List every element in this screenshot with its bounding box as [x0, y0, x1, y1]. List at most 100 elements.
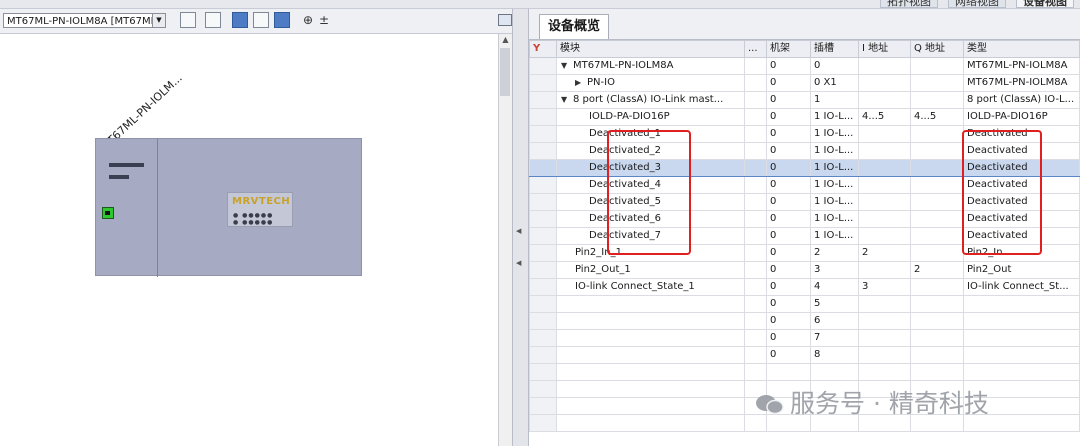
device-selector-value: MT67ML-PN-IOLM8A [MT67ML-: [7, 16, 160, 27]
cell-q-address: [910, 142, 964, 160]
row-header-cell[interactable]: [529, 295, 557, 313]
canvas-scrollbar[interactable]: ▲: [498, 34, 512, 446]
col-rack[interactable]: 机架: [766, 40, 811, 58]
table-row[interactable]: 08: [529, 346, 1080, 364]
tab-topology-view[interactable]: 拓扑视图: [880, 0, 938, 8]
cell-rack: 0: [766, 295, 811, 313]
table-row[interactable]: Deactivated_1 0 1 IO-L... Deactivated: [529, 125, 1080, 143]
row-header-cell[interactable]: [529, 244, 557, 262]
table-row[interactable]: ▼ MT67ML-PN-IOLM8A 0 0 MT67ML-PN-IOLM8A: [529, 57, 1080, 75]
row-header-cell[interactable]: [529, 74, 557, 92]
scroll-up-icon[interactable]: ▲: [499, 34, 512, 46]
table-row[interactable]: Deactivated_3 0 1 IO-L... Deactivated: [529, 159, 1080, 177]
row-header-cell[interactable]: [529, 261, 557, 279]
row-header-cell[interactable]: [529, 397, 557, 415]
cell-module: [556, 397, 745, 415]
row-header-cell[interactable]: [529, 142, 557, 160]
cell-more: [744, 142, 767, 160]
row-header-cell[interactable]: [529, 312, 557, 330]
io-link-module[interactable]: MRVTECH ● ●●●●● ● ●●●●●: [227, 192, 293, 227]
row-header-cell[interactable]: [529, 125, 557, 143]
cell-type: [963, 363, 1080, 381]
cell-rack: 0: [766, 108, 811, 126]
cell-type: Deactivated: [963, 227, 1080, 245]
chevron-right-icon[interactable]: ▶: [575, 76, 587, 91]
cell-more: [744, 261, 767, 279]
row-header-cell[interactable]: [529, 346, 557, 364]
cell-module: [556, 329, 745, 347]
row-header-cell[interactable]: [529, 193, 557, 211]
device-selector[interactable]: MT67ML-PN-IOLM8A [MT67ML- ▼: [3, 13, 166, 28]
row-header-cell[interactable]: [529, 176, 557, 194]
draw-tool-icon[interactable]: [232, 12, 248, 28]
tab-device-overview[interactable]: 设备概览: [539, 14, 610, 39]
table-row[interactable]: [529, 363, 1080, 381]
chevron-down-icon[interactable]: ▼: [561, 59, 573, 74]
cell-q-address: [910, 312, 964, 330]
table-row[interactable]: 07: [529, 329, 1080, 347]
col-type[interactable]: 类型: [963, 40, 1080, 58]
scroll-down-icon[interactable]: [499, 434, 512, 446]
page-view-icon[interactable]: [274, 12, 290, 28]
cell-q-address: [910, 210, 964, 228]
row-header-cell[interactable]: [529, 108, 557, 126]
table-row[interactable]: Deactivated_5 0 1 IO-L... Deactivated: [529, 193, 1080, 211]
row-header-cell[interactable]: [529, 210, 557, 228]
module-brand-label: MRVTECH: [232, 196, 291, 207]
table-row[interactable]: Deactivated_7 0 1 IO-L... Deactivated: [529, 227, 1080, 245]
col-i-address[interactable]: I 地址: [858, 40, 911, 58]
port-status-icon[interactable]: [102, 207, 114, 219]
cell-rack: 0: [766, 176, 811, 194]
row-header-cell[interactable]: [529, 414, 557, 432]
col-q-address[interactable]: Q 地址: [910, 40, 964, 58]
row-header-cell[interactable]: [529, 159, 557, 177]
pane-splitter[interactable]: ◀ ◀: [512, 9, 529, 446]
row-header-cell[interactable]: [529, 227, 557, 245]
table-row[interactable]: Deactivated_6 0 1 IO-L... Deactivated: [529, 210, 1080, 228]
cell-slot: 1 IO-L...: [810, 108, 859, 126]
table-row[interactable]: Pin2_In_1 0 2 2 Pin2_In: [529, 244, 1080, 262]
rack-name-icon[interactable]: [205, 12, 221, 28]
table-row[interactable]: ▼ 8 port (ClassA) IO-Link mast... 0 1 8 port…: [529, 91, 1080, 109]
cell-module: ▼ 8 port (ClassA) IO-Link mast...: [556, 91, 745, 109]
table-row[interactable]: Deactivated_4 0 1 IO-L... Deactivated: [529, 176, 1080, 194]
table-row[interactable]: IOLD-PA-DIO16P 0 1 IO-L... 4...5 4...5 IOLD-P…: [529, 108, 1080, 126]
cell-slot: 7: [810, 329, 859, 347]
chevron-down-icon[interactable]: ▼: [152, 14, 165, 27]
grid-view-icon[interactable]: [253, 12, 269, 28]
network-data-icon[interactable]: [180, 12, 196, 28]
chevron-down-icon[interactable]: ▼: [561, 93, 573, 108]
table-row[interactable]: 05: [529, 295, 1080, 313]
col-more[interactable]: ...: [744, 40, 767, 58]
cell-rack: 0: [766, 329, 811, 347]
row-header-cell[interactable]: [529, 91, 557, 109]
table-row[interactable]: ▶ PN-IO 0 0 X1 MT67ML-PN-IOLM8A: [529, 74, 1080, 92]
device-body[interactable]: MRVTECH ● ●●●●● ● ●●●●●: [95, 138, 362, 277]
tab-network-view[interactable]: 网络视图: [948, 0, 1006, 8]
cell-module: Deactivated_6: [556, 210, 745, 228]
zoom-menu-icon[interactable]: ±: [316, 12, 332, 28]
cell-i-address: [858, 346, 911, 364]
col-slot[interactable]: 插槽: [810, 40, 859, 58]
cell-module: [556, 380, 745, 398]
col-module[interactable]: 模块: [556, 40, 745, 58]
row-header-cell[interactable]: [529, 278, 557, 296]
cell-more: [744, 295, 767, 313]
table-row[interactable]: IO-link Connect_State_1 0 4 3 IO-link Connec…: [529, 278, 1080, 296]
module-name: PN-IO: [587, 77, 615, 88]
module-name: Deactivated_2: [589, 145, 662, 156]
table-row[interactable]: Deactivated_2 0 1 IO-L... Deactivated: [529, 142, 1080, 160]
device-canvas: MT67ML-PN-IOLM... MRVTECH ● ●●●●● ● ●●●●●…: [0, 34, 512, 446]
zoom-in-icon[interactable]: ⊕: [300, 12, 316, 28]
cell-type: MT67ML-PN-IOLM8A: [963, 74, 1080, 92]
scroll-thumb[interactable]: [500, 48, 510, 96]
row-header-cell[interactable]: [529, 57, 557, 75]
overview-toggle-icon[interactable]: [498, 14, 512, 26]
row-header-cell[interactable]: [529, 329, 557, 347]
table-row[interactable]: 06: [529, 312, 1080, 330]
row-header-cell[interactable]: [529, 363, 557, 381]
cell-rack: 0: [766, 346, 811, 364]
row-header-cell[interactable]: [529, 380, 557, 398]
table-row[interactable]: Pin2_Out_1 0 3 2 Pin2_Out: [529, 261, 1080, 279]
tab-device-view[interactable]: 设备视图: [1016, 0, 1074, 8]
